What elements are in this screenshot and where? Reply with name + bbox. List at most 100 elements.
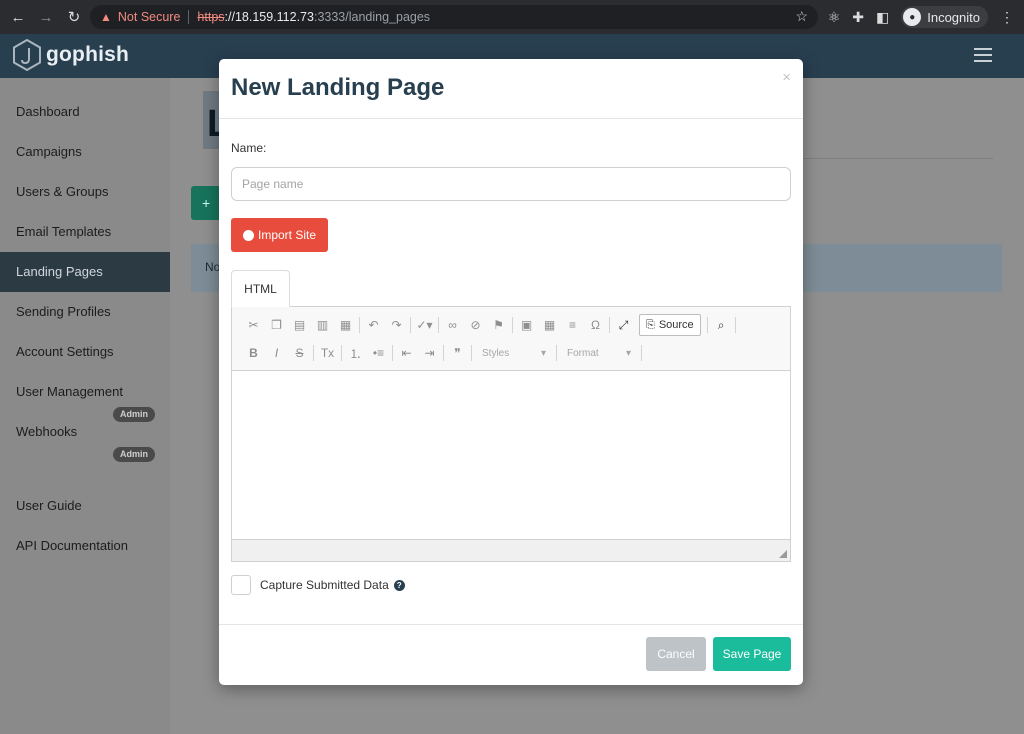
spellcheck-icon[interactable]: ✓▾ [413, 315, 436, 335]
italic-icon[interactable]: I [265, 343, 288, 363]
divider [438, 317, 439, 333]
divider [512, 317, 513, 333]
sidebar-item-dashboard[interactable]: Dashboard [0, 92, 170, 132]
divider [641, 345, 642, 361]
save-page-button[interactable]: Save Page [713, 637, 791, 671]
forward-icon[interactable]: → [36, 7, 56, 27]
format-dropdown[interactable]: Format ▾ [561, 344, 637, 362]
source-code-icon: ⎘ [646, 318, 655, 331]
divider [443, 345, 444, 361]
page-name-input[interactable] [231, 167, 791, 201]
capture-submitted-data: Capture Submitted Data ? [231, 575, 405, 595]
globe-icon [242, 229, 254, 241]
sidebar: Dashboard Campaigns Users & Groups Email… [0, 78, 170, 734]
resize-handle-icon[interactable] [779, 550, 787, 558]
bulleted-list-icon[interactable]: •≡ [367, 343, 390, 363]
brand-logo[interactable]: gophish [12, 38, 129, 72]
divider [471, 345, 472, 361]
security-status[interactable]: Not Secure [118, 10, 181, 24]
numbered-list-icon[interactable]: ⒈ [344, 343, 367, 363]
divider [706, 317, 708, 333]
preview-icon[interactable]: ⌕ [710, 315, 733, 335]
back-icon[interactable]: ← [8, 7, 28, 27]
admin-badge: Admin [113, 447, 155, 462]
horizontal-line-icon[interactable]: ≡ [561, 315, 584, 335]
divider [556, 345, 557, 361]
html-editor: ✂ ❐ ▤ ▥ ▦ ↶ ↷ ✓▾ ∞ ⊘ ⚑ ▣ ▦ ≡ Ω ⤢ ⎘ Sourc… [231, 306, 791, 562]
decrease-indent-icon[interactable]: ⇤ [395, 343, 418, 363]
editor-content-area[interactable] [232, 371, 790, 539]
styles-label: Styles [482, 347, 510, 359]
divider [188, 10, 190, 24]
sidebar-item-campaigns[interactable]: Campaigns [0, 132, 170, 172]
bookmark-star-icon[interactable]: ☆ [795, 8, 808, 25]
paste-word-icon[interactable]: ▦ [334, 315, 357, 335]
image-icon[interactable]: ▣ [515, 315, 538, 335]
import-site-button[interactable]: Import Site [231, 218, 328, 252]
new-page-button: + [191, 186, 221, 220]
chevron-down-icon: ▾ [540, 347, 546, 359]
url-scheme: https [197, 10, 225, 24]
remove-format-icon[interactable]: Tx [316, 343, 339, 363]
gophish-hex-icon [13, 38, 41, 72]
chevron-down-icon: ▾ [625, 347, 631, 359]
sidebar-item-account-settings[interactable]: Account Settings [0, 332, 170, 372]
divider [392, 345, 393, 361]
divider [359, 317, 360, 333]
special-char-icon[interactable]: Ω [584, 315, 607, 335]
sidebar-item-user-guide[interactable]: User Guide [0, 486, 170, 526]
cut-icon[interactable]: ✂ [242, 315, 265, 335]
anchor-flag-icon[interactable]: ⚑ [487, 315, 510, 335]
divider [734, 317, 736, 333]
cancel-button[interactable]: Cancel [646, 637, 706, 671]
toolbar-row: ✂ ❐ ▤ ▥ ▦ ↶ ↷ ✓▾ ∞ ⊘ ⚑ ▣ ▦ ≡ Ω ⤢ ⎘ Sourc… [242, 313, 738, 337]
format-label: Format [567, 347, 599, 359]
reload-icon[interactable]: ↻ [64, 7, 84, 27]
capture-data-checkbox[interactable] [231, 575, 251, 595]
help-icon[interactable]: ? [393, 579, 405, 591]
incognito-profile[interactable]: ● Incognito [901, 6, 988, 28]
redo-icon[interactable]: ↷ [385, 315, 408, 335]
brand-name: gophish [46, 43, 130, 66]
divider [313, 345, 314, 361]
styles-dropdown[interactable]: Styles ▾ [476, 344, 552, 362]
divider [803, 158, 993, 159]
close-icon[interactable]: × [782, 69, 791, 86]
source-button[interactable]: ⎘ Source [639, 314, 701, 336]
sidebar-item-webhooks[interactable]: Webhooks [0, 412, 170, 452]
bold-icon[interactable]: B [242, 343, 265, 363]
editor-toolbar: ✂ ❐ ▤ ▥ ▦ ↶ ↷ ✓▾ ∞ ⊘ ⚑ ▣ ▦ ≡ Ω ⤢ ⎘ Sourc… [232, 307, 790, 371]
incognito-icon: ● [903, 8, 922, 26]
url-host: ://18.159.112.73 [224, 10, 314, 24]
warning-icon: ▲ [100, 10, 112, 24]
sidebar-item-landing-pages[interactable]: Landing Pages [0, 252, 170, 292]
strikethrough-icon[interactable]: S [288, 343, 311, 363]
table-icon[interactable]: ▦ [538, 315, 561, 335]
copy-icon[interactable]: ❐ [265, 315, 288, 335]
sidebar-item-users-groups[interactable]: Users & Groups [0, 172, 170, 212]
paste-icon[interactable]: ▤ [288, 315, 311, 335]
increase-indent-icon[interactable]: ⇥ [418, 343, 441, 363]
sidebar-item-sending-profiles[interactable]: Sending Profiles [0, 292, 170, 332]
modal-footer-divider [219, 624, 803, 625]
address-bar[interactable]: ▲ Not Secure https://18.159.112.73:3333/… [90, 5, 818, 29]
import-site-label: Import Site [257, 228, 317, 242]
new-landing-page-modal: New Landing Page × Name: Import Site HTM… [219, 59, 803, 685]
side-panel-icon[interactable]: ◧ [876, 9, 889, 26]
link-icon[interactable]: ∞ [441, 315, 464, 335]
sidebar-item-user-management[interactable]: User Management [0, 372, 170, 412]
maximize-icon[interactable]: ⤢ [612, 315, 635, 335]
modal-title: New Landing Page [231, 74, 445, 101]
blockquote-icon[interactable]: ❞ [446, 343, 469, 363]
hamburger-menu-icon[interactable] [974, 48, 992, 66]
paste-text-icon[interactable]: ▥ [311, 315, 334, 335]
undo-icon[interactable]: ↶ [362, 315, 385, 335]
sidebar-item-api-documentation[interactable]: API Documentation [0, 526, 170, 566]
tab-html[interactable]: HTML [231, 270, 290, 307]
extensions-puzzle-icon[interactable]: ✚ [852, 9, 864, 26]
capture-data-label[interactable]: Capture Submitted Data [260, 578, 389, 592]
unlink-icon[interactable]: ⊘ [464, 315, 487, 335]
react-devtools-icon[interactable]: ⚛ [828, 9, 841, 26]
browser-menu-icon[interactable]: ⋮ [1000, 9, 1014, 26]
sidebar-item-email-templates[interactable]: Email Templates [0, 212, 170, 252]
